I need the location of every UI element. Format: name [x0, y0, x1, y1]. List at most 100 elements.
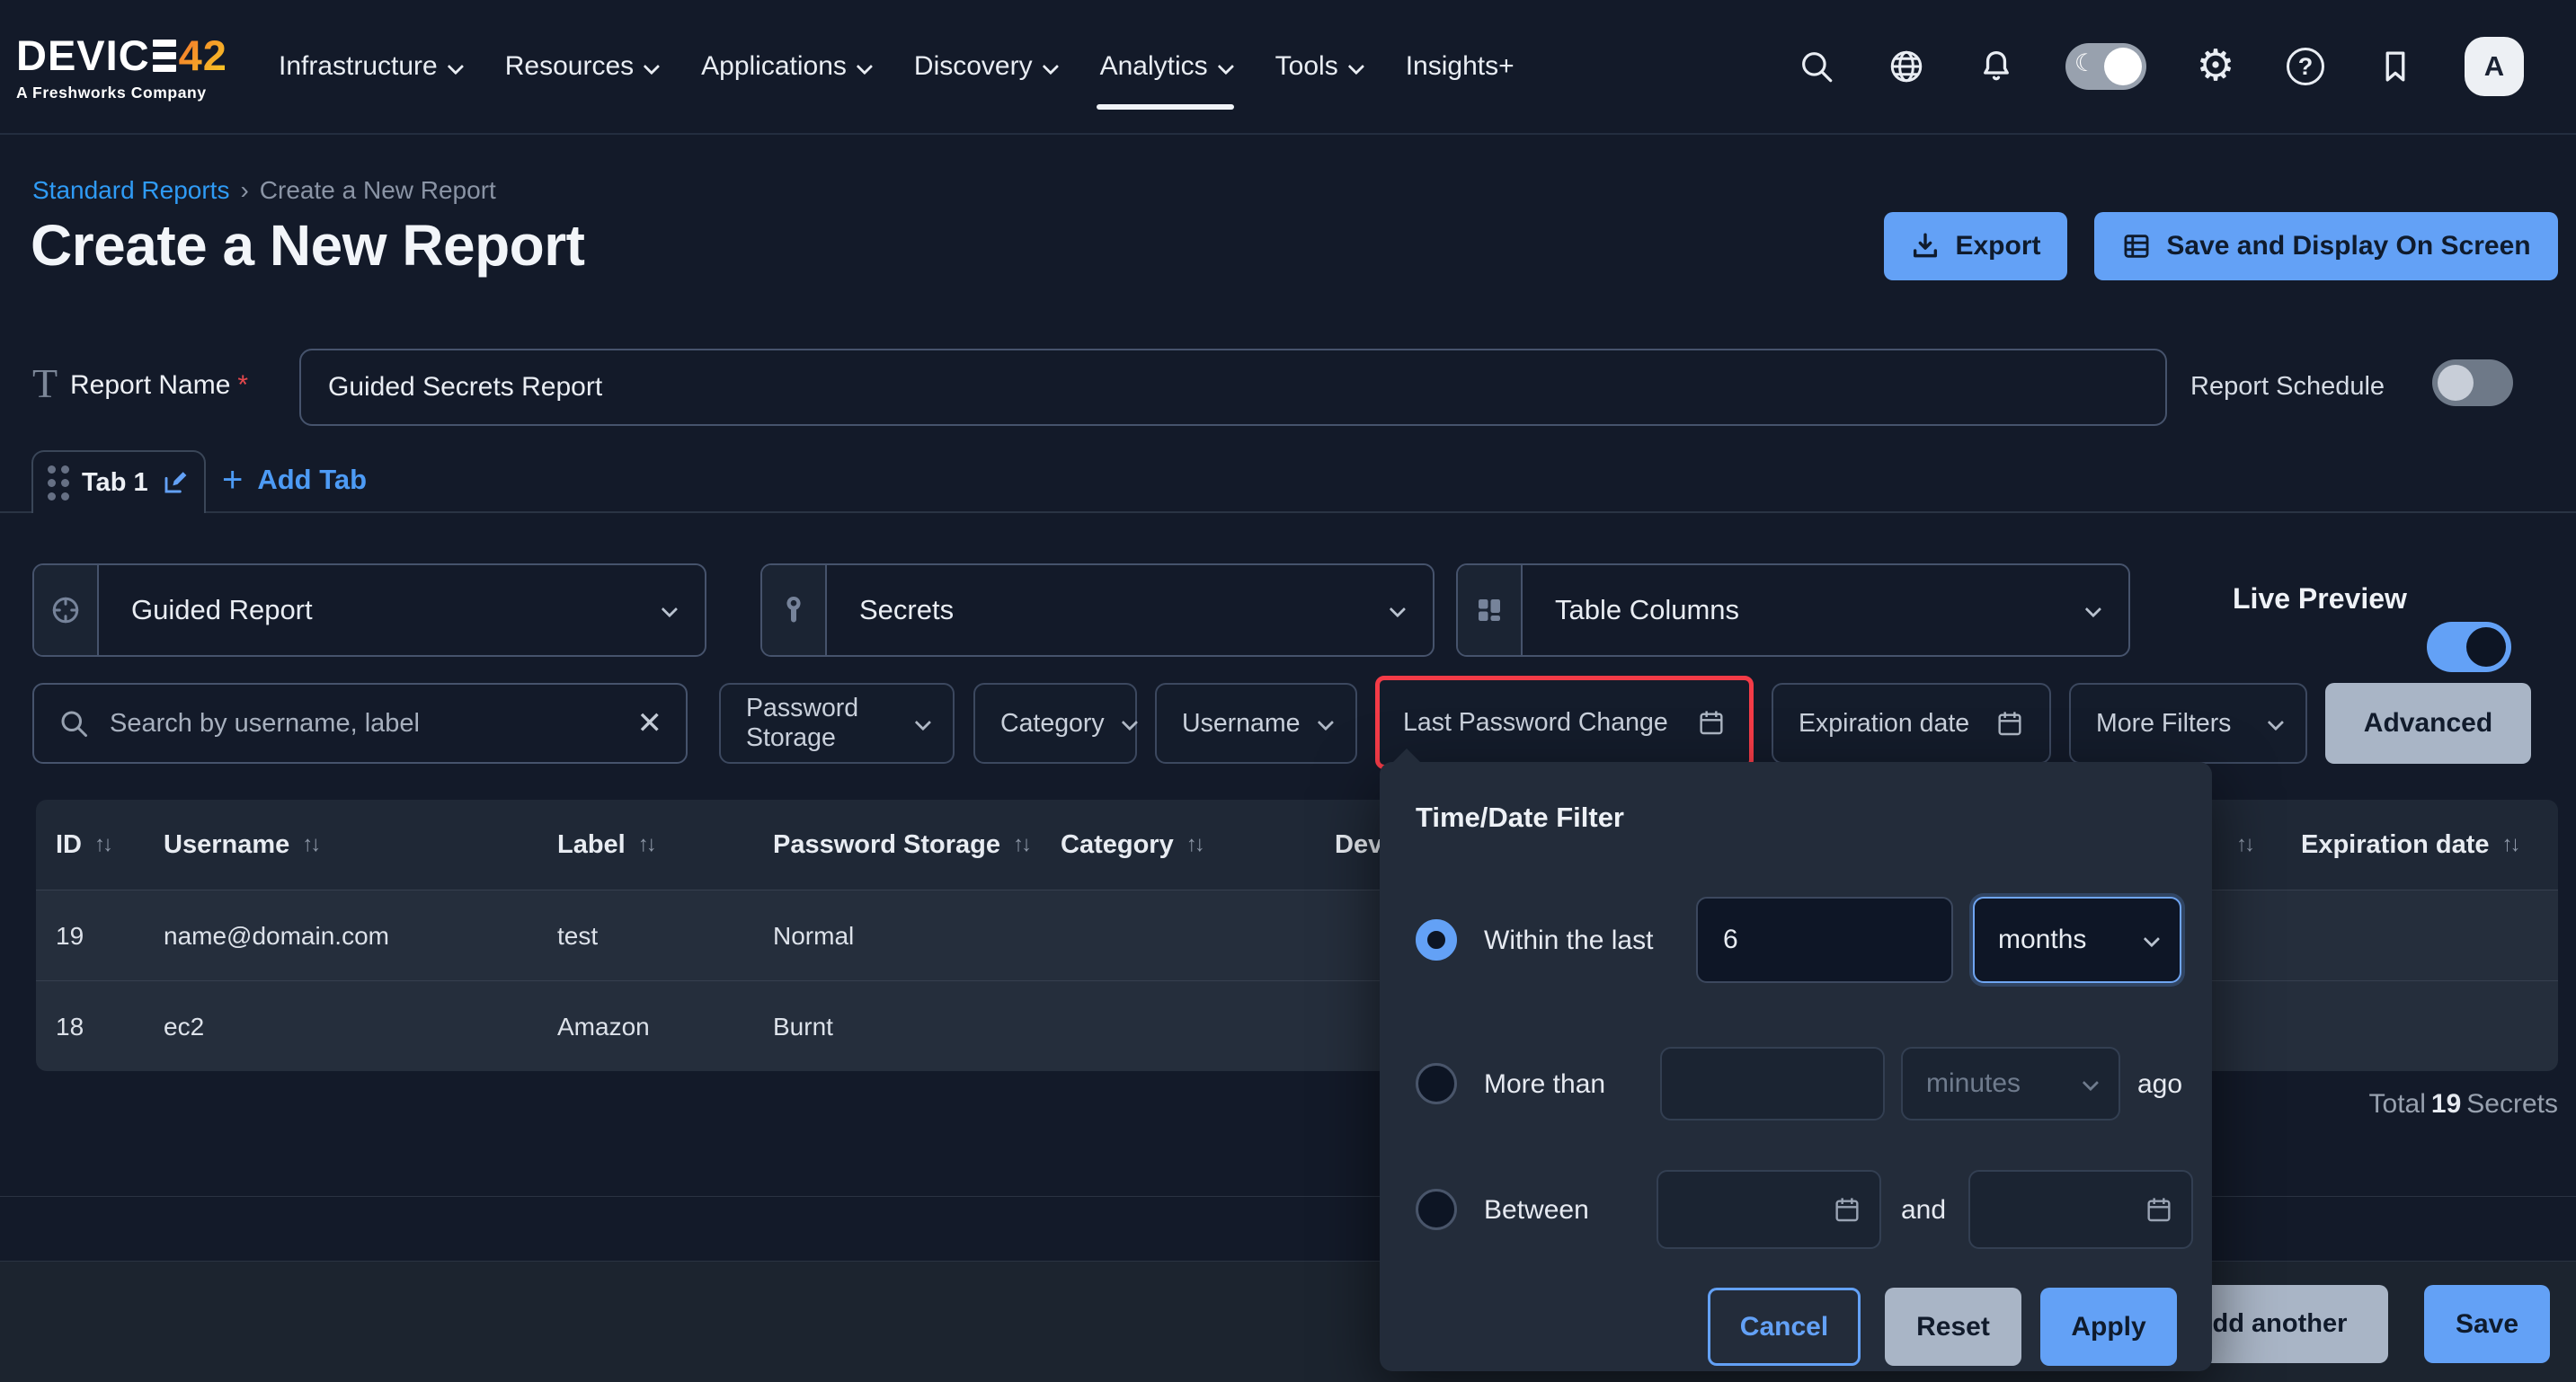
search-box[interactable]: ✕	[32, 683, 688, 764]
radio-within-the-last[interactable]	[1416, 919, 1457, 961]
add-tab-button[interactable]: + Add Tab	[222, 462, 367, 498]
column-header-label[interactable]: Label↑↓	[557, 800, 654, 890]
breadcrumb-separator: ›	[240, 176, 248, 205]
nav-item-tools[interactable]: Tools	[1275, 0, 1361, 133]
chevron-down-icon	[1121, 713, 1137, 730]
device42-logo[interactable]: DEVIC 42 A Freshworks Company	[16, 31, 241, 102]
nav-item-resources[interactable]: Resources	[505, 0, 656, 133]
between-end-date-input[interactable]	[1968, 1170, 2193, 1249]
column-header-id[interactable]: ID↑↓	[56, 800, 111, 890]
filter-label: Expiration date	[1799, 709, 1969, 739]
table-columns-select[interactable]: Table Columns	[1456, 563, 2130, 657]
top-nav-bar: DEVIC 42 A Freshworks Company Infrastruc…	[0, 0, 2576, 135]
time-date-filter-popup: Time/Date Filter Within the last months …	[1380, 762, 2212, 1371]
live-preview-label: Live Preview	[2233, 582, 2407, 616]
export-button[interactable]: Export	[1884, 212, 2067, 280]
filter-password-storage[interactable]: Password Storage	[719, 683, 955, 764]
more-than-value-input[interactable]	[1660, 1047, 1885, 1121]
globe-icon[interactable]	[1886, 46, 1927, 87]
drag-handle-icon[interactable]	[48, 465, 69, 501]
active-tab-underline	[1097, 104, 1234, 110]
filter-expiration-date[interactable]: Expiration date	[1772, 683, 2051, 764]
sort-icon[interactable]: ↑↓	[1186, 832, 1203, 857]
chevron-down-icon	[857, 58, 873, 74]
save-and-display-button[interactable]: Save and Display On Screen	[2094, 212, 2558, 280]
chevron-down-icon	[2086, 565, 2128, 655]
save-button[interactable]: Save	[2424, 1285, 2550, 1363]
column-header-dev-truncated[interactable]: Dev	[1335, 800, 1382, 890]
sort-icon[interactable]: ↑↓	[94, 832, 111, 857]
search-input[interactable]	[110, 709, 617, 739]
within-the-last-value-input[interactable]	[1696, 897, 1953, 983]
filter-category[interactable]: Category	[973, 683, 1137, 764]
column-header-category[interactable]: Category↑↓	[1061, 800, 1203, 890]
more-than-unit-select[interactable]: minutes	[1901, 1047, 2120, 1121]
user-avatar[interactable]: A	[2465, 37, 2524, 96]
radio-between[interactable]	[1416, 1189, 1457, 1230]
report-schedule-toggle[interactable]	[2432, 359, 2513, 406]
tab-row-divider	[0, 511, 2576, 513]
filter-last-password-change-highlighted[interactable]: Last Password Change	[1375, 676, 1754, 769]
advanced-button[interactable]: Advanced	[2325, 683, 2531, 764]
export-label: Export	[1955, 231, 2040, 261]
cell-id: 18	[56, 981, 84, 1071]
chevron-down-icon	[915, 713, 931, 730]
nav-item-analytics[interactable]: Analytics	[1100, 0, 1230, 133]
chevron-down-icon	[1390, 565, 1433, 655]
nav-label: Analytics	[1100, 51, 1208, 82]
column-header-password-storage[interactable]: Password Storage↑↓	[773, 800, 1029, 890]
calendar-icon	[1833, 1195, 1861, 1224]
filter-label: Password Storage	[746, 694, 898, 753]
calendar-icon	[1995, 709, 2024, 738]
nav-item-infrastructure[interactable]: Infrastructure	[279, 0, 460, 133]
filter-label: Category	[1000, 709, 1105, 739]
cell-id: 19	[56, 890, 84, 981]
sort-icon[interactable]: ↑↓	[638, 832, 654, 857]
settings-gear-icon[interactable]: ⚙	[2195, 46, 2236, 87]
notifications-bell-icon[interactable]	[1976, 46, 2017, 87]
sort-icon[interactable]: ↑↓	[1013, 832, 1029, 857]
sort-icon[interactable]: ↑↓	[2502, 832, 2518, 857]
secrets-wrench-icon	[762, 565, 827, 655]
chevron-down-icon	[662, 565, 705, 655]
breadcrumb-link-standard-reports[interactable]: Standard Reports	[32, 176, 229, 205]
nav-item-insights[interactable]: Insights+	[1406, 0, 1515, 133]
report-name-input[interactable]	[299, 349, 2167, 426]
filter-username[interactable]: Username	[1155, 683, 1357, 764]
reset-button[interactable]: Reset	[1885, 1288, 2021, 1366]
required-asterisk: *	[237, 370, 248, 400]
report-type-select[interactable]: Guided Report	[32, 563, 706, 657]
logo-wordmark: DEVIC 42	[16, 31, 241, 80]
apply-button[interactable]: Apply	[2040, 1288, 2177, 1366]
sort-icon-partial-column[interactable]: ↑↓	[2236, 800, 2252, 890]
edit-tab-icon[interactable]	[161, 468, 190, 497]
dark-mode-toggle[interactable]: ☾	[2065, 43, 2146, 90]
column-header-expiration-date[interactable]: Expiration date↑↓	[2301, 800, 2518, 890]
filter-more-filters[interactable]: More Filters	[2069, 683, 2307, 764]
calendar-icon	[2145, 1195, 2173, 1224]
help-icon[interactable]: ?	[2285, 46, 2326, 87]
topbar-icons: ☾ ⚙ ? A	[1796, 37, 2524, 96]
and-label: and	[1901, 1195, 1946, 1226]
text-type-icon: T	[32, 359, 58, 407]
sort-icon[interactable]: ↑↓	[302, 832, 318, 857]
nav-item-applications[interactable]: Applications	[701, 0, 869, 133]
cancel-button[interactable]: Cancel	[1708, 1288, 1861, 1366]
between-start-date-input[interactable]	[1657, 1170, 1881, 1249]
live-preview-toggle[interactable]	[2427, 622, 2511, 672]
clear-search-icon[interactable]: ✕	[637, 708, 663, 739]
between-label: Between	[1484, 1195, 1589, 1226]
search-icon[interactable]	[1796, 46, 1837, 87]
page-title: Create a New Report	[31, 212, 584, 279]
column-header-username[interactable]: Username↑↓	[164, 800, 318, 890]
toggle-knob	[2104, 48, 2142, 85]
within-the-last-unit-select[interactable]: months	[1973, 897, 2181, 983]
report-schedule-label: Report Schedule	[2190, 372, 2385, 402]
object-select[interactable]: Secrets	[760, 563, 1435, 657]
nav-label: Insights+	[1406, 51, 1515, 82]
radio-more-than[interactable]	[1416, 1063, 1457, 1104]
nav-item-discovery[interactable]: Discovery	[914, 0, 1055, 133]
bookmark-icon[interactable]	[2375, 46, 2416, 87]
tab-1[interactable]: Tab 1	[31, 450, 206, 513]
popup-title: Time/Date Filter	[1416, 802, 1624, 834]
